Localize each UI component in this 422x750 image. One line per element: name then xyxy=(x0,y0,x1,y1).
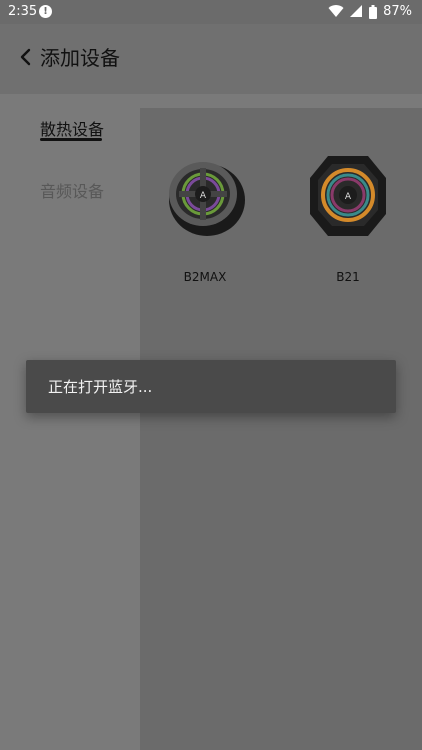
battery-icon xyxy=(369,4,378,19)
sidebar-item-audio[interactable]: 音频设备 xyxy=(40,178,104,202)
svg-text:A: A xyxy=(200,191,207,201)
device-name: B21 xyxy=(336,270,360,284)
toast-text: 正在打开蓝牙... xyxy=(48,378,153,396)
app-bar: 添加设备 xyxy=(0,24,422,94)
status-time: 2:35 xyxy=(8,4,38,19)
wifi-icon xyxy=(328,5,344,18)
status-icons: 87% xyxy=(328,4,412,19)
toast-message: 正在打开蓝牙... xyxy=(26,360,396,413)
active-tab-indicator xyxy=(40,138,102,141)
sidebar-item-cooling[interactable]: 散热设备 xyxy=(40,116,104,140)
page-title: 添加设备 xyxy=(40,46,120,70)
device-card-b2max[interactable]: A B2MAX xyxy=(145,148,265,284)
battery-percent: 87% xyxy=(383,4,412,19)
b21-device-image: A xyxy=(310,156,386,236)
b2max-device-image: A xyxy=(169,162,245,236)
cell-signal-icon xyxy=(350,5,363,17)
back-arrow-icon[interactable] xyxy=(15,46,37,68)
device-card-b21[interactable]: A B21 xyxy=(288,148,408,284)
alert-icon: ! xyxy=(39,5,52,18)
device-name: B2MAX xyxy=(183,270,227,284)
category-sidebar: 散热设备 音频设备 xyxy=(0,94,140,750)
device-grid: A B2MAX A B21 xyxy=(140,108,422,750)
svg-text:A: A xyxy=(345,192,352,202)
status-bar: 2:35 ! 87% xyxy=(0,0,422,24)
